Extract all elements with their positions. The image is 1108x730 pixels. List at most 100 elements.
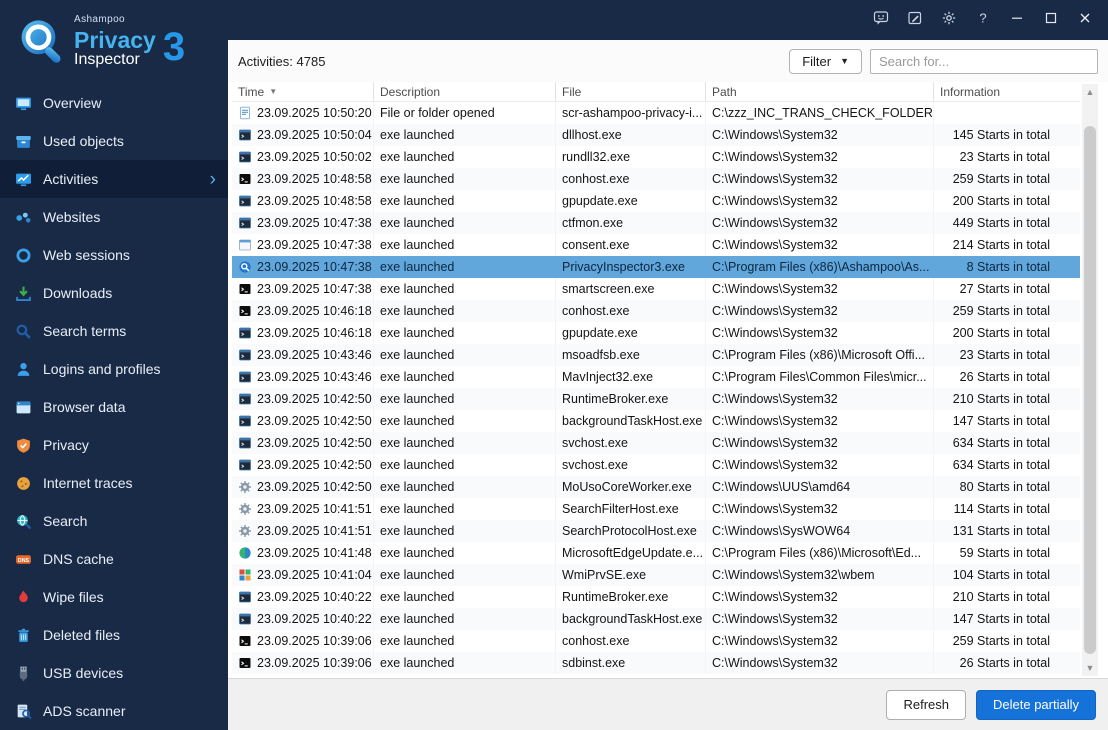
table-row[interactable]: 23.09.2025 10:39:06 exe launched conhost.e… [232, 630, 1080, 652]
win-file-icon [238, 150, 252, 164]
cell-description: exe launched [374, 344, 556, 366]
cell-information [934, 102, 1080, 124]
console-file-icon [238, 172, 252, 186]
sidebar-item-overview[interactable]: Overview [0, 84, 228, 122]
table-row[interactable]: 23.09.2025 10:50:02 exe launched rundll32.… [232, 146, 1080, 168]
table-row[interactable]: 23.09.2025 10:47:38 exe launched PrivacyIn… [232, 256, 1080, 278]
sidebar-item-ads-scanner[interactable]: ADS scanner [0, 692, 228, 730]
titlebar: ? [228, 0, 1108, 40]
sidebar-item-browser-data[interactable]: Browser data [0, 388, 228, 426]
feedback-button[interactable] [864, 5, 898, 35]
column-header-description[interactable]: Description [374, 82, 556, 101]
wmi-file-icon [238, 568, 252, 582]
minimize-button[interactable] [1000, 5, 1034, 35]
sidebar-item-usb-devices[interactable]: USB devices [0, 654, 228, 692]
table-row[interactable]: 23.09.2025 10:42:50 exe launched MoUsoCore… [232, 476, 1080, 498]
scrollbar-down-icon[interactable]: ▼ [1082, 660, 1098, 676]
sidebar-item-activities[interactable]: Activities › [0, 160, 228, 198]
sidebar-item-label: Web sessions [43, 247, 130, 263]
content-area: Activities: 4785 Filter ▼ Time ▼ Descripti… [228, 40, 1108, 730]
cell-path: C:\Windows\System32 [706, 322, 934, 344]
win-file-icon [238, 458, 252, 472]
column-header-information[interactable]: Information [934, 82, 1080, 101]
table-row[interactable]: 23.09.2025 10:47:38 exe launched ctfmon.ex… [232, 212, 1080, 234]
column-header-time[interactable]: Time ▼ [232, 82, 374, 101]
cell-path: C:\Windows\System32 [706, 652, 934, 674]
scrollbar-thumb[interactable] [1084, 126, 1096, 654]
used-objects-icon [14, 132, 32, 150]
cell-file: RuntimeBroker.exe [556, 388, 706, 410]
sidebar-item-search[interactable]: Search [0, 502, 228, 540]
table-row[interactable]: 23.09.2025 10:47:38 exe launched consent.e… [232, 234, 1080, 256]
filter-button[interactable]: Filter ▼ [789, 48, 862, 74]
cell-time: 23.09.2025 10:50:04 [257, 128, 372, 142]
table-row[interactable]: 23.09.2025 10:43:46 exe launched MavInject… [232, 366, 1080, 388]
sidebar-item-privacy[interactable]: Privacy [0, 426, 228, 464]
table-row[interactable]: 23.09.2025 10:50:04 exe launched dllhost.e… [232, 124, 1080, 146]
gear-file-icon [238, 480, 252, 494]
settings-button[interactable] [932, 5, 966, 35]
console-file-icon [238, 282, 252, 296]
cell-file: MavInject32.exe [556, 366, 706, 388]
column-header-path[interactable]: Path [706, 82, 934, 101]
table-row[interactable]: 23.09.2025 10:41:04 exe launched WmiPrvSE.… [232, 564, 1080, 586]
sidebar-item-wipe-files[interactable]: Wipe files [0, 578, 228, 616]
table-row[interactable]: 23.09.2025 10:43:46 exe launched msoadfsb.… [232, 344, 1080, 366]
win-file-icon [238, 128, 252, 142]
help-button[interactable]: ? [966, 5, 1000, 35]
scrollbar-up-icon[interactable]: ▲ [1082, 84, 1098, 100]
table-row[interactable]: 23.09.2025 10:47:38 exe launched smartscre… [232, 278, 1080, 300]
table-row[interactable]: 23.09.2025 10:42:50 exe launched svchost.e… [232, 454, 1080, 476]
sidebar-item-label: Privacy [43, 437, 89, 453]
table-row[interactable]: 23.09.2025 10:39:06 exe launched sdbinst.e… [232, 652, 1080, 674]
notes-button[interactable] [898, 5, 932, 35]
cell-time: 23.09.2025 10:40:22 [257, 590, 372, 604]
sidebar-item-search-terms[interactable]: Search terms [0, 312, 228, 350]
cell-description: exe launched [374, 322, 556, 344]
cell-file: gpupdate.exe [556, 190, 706, 212]
sidebar-item-deleted-files[interactable]: Deleted files [0, 616, 228, 654]
sidebar-item-logins-and-profiles[interactable]: Logins and profiles [0, 350, 228, 388]
maximize-button[interactable] [1034, 5, 1068, 35]
cell-path: C:\Windows\System32 [706, 498, 934, 520]
sidebar-item-label: Wipe files [43, 589, 104, 605]
sidebar-item-websites[interactable]: Websites [0, 198, 228, 236]
notes-icon [907, 10, 923, 31]
table-row[interactable]: 23.09.2025 10:50:20 File or folder opened… [232, 102, 1080, 124]
sidebar-item-web-sessions[interactable]: Web sessions [0, 236, 228, 274]
vertical-scrollbar[interactable]: ▲ ▼ [1082, 84, 1098, 676]
cell-time: 23.09.2025 10:46:18 [257, 304, 372, 318]
table-row[interactable]: 23.09.2025 10:46:18 exe launched gpupdate.… [232, 322, 1080, 344]
cell-file: WmiPrvSE.exe [556, 564, 706, 586]
table-row[interactable]: 23.09.2025 10:40:22 exe launched backgroun… [232, 608, 1080, 630]
sidebar-item-used-objects[interactable]: Used objects [0, 122, 228, 160]
table-row[interactable]: 23.09.2025 10:48:58 exe launched gpupdate.… [232, 190, 1080, 212]
cell-time: 23.09.2025 10:41:04 [257, 568, 372, 582]
table-row[interactable]: 23.09.2025 10:41:48 exe launched Microsoft… [232, 542, 1080, 564]
usb-devices-icon [14, 664, 32, 682]
column-header-file[interactable]: File [556, 82, 706, 101]
table-row[interactable]: 23.09.2025 10:41:51 exe launched SearchFil… [232, 498, 1080, 520]
cell-description: exe launched [374, 124, 556, 146]
close-button[interactable] [1068, 5, 1102, 35]
table-row[interactable]: 23.09.2025 10:42:50 exe launched RuntimeBr… [232, 388, 1080, 410]
cell-information: 214 Starts in total [952, 238, 1050, 252]
chevron-right-icon: › [209, 168, 216, 190]
sidebar-item-downloads[interactable]: Downloads [0, 274, 228, 312]
cell-time: 23.09.2025 10:40:22 [257, 612, 372, 626]
delete-partially-button[interactable]: Delete partially [976, 689, 1096, 720]
cell-information: 147 Starts in total [952, 414, 1050, 428]
cell-description: exe launched [374, 498, 556, 520]
table-row[interactable]: 23.09.2025 10:40:22 exe launched RuntimeBr… [232, 586, 1080, 608]
cell-information: 26 Starts in total [959, 656, 1050, 670]
sidebar-item-internet-traces[interactable]: Internet traces [0, 464, 228, 502]
table-row[interactable]: 23.09.2025 10:42:50 exe launched svchost.e… [232, 432, 1080, 454]
table-row[interactable]: 23.09.2025 10:41:51 exe launched SearchPro… [232, 520, 1080, 542]
sidebar-item-dns-cache[interactable]: DNS DNS cache [0, 540, 228, 578]
cell-path: C:\Windows\System32 [706, 388, 934, 410]
table-row[interactable]: 23.09.2025 10:42:50 exe launched backgroun… [232, 410, 1080, 432]
search-input[interactable] [870, 48, 1098, 74]
refresh-button[interactable]: Refresh [886, 689, 966, 720]
table-row[interactable]: 23.09.2025 10:46:18 exe launched conhost.e… [232, 300, 1080, 322]
table-row[interactable]: 23.09.2025 10:48:58 exe launched conhost.e… [232, 168, 1080, 190]
